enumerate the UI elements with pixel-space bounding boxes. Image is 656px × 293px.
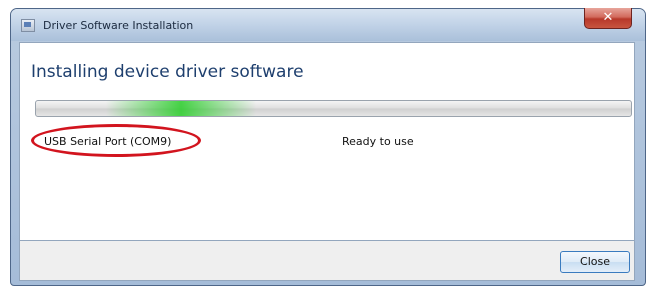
page-title: Installing device driver software xyxy=(31,62,304,82)
window-title: Driver Software Installation xyxy=(43,19,194,32)
progress-bar xyxy=(35,100,632,117)
content-panel: Installing device driver software USB Se… xyxy=(19,42,635,241)
highlight-ellipse-annotation xyxy=(31,124,201,157)
window-app-icon xyxy=(21,19,35,32)
device-status: Ready to use xyxy=(342,135,414,148)
titlebar-close-button[interactable]: ✕ xyxy=(584,8,632,29)
close-button[interactable]: Close xyxy=(560,251,630,273)
progress-glow xyxy=(106,101,256,116)
dialog-window: Driver Software Installation ✕ Installin… xyxy=(10,8,646,286)
footer-bar: Close xyxy=(19,241,635,281)
close-icon: ✕ xyxy=(602,10,614,25)
title-bar[interactable]: Driver Software Installation ✕ xyxy=(11,8,645,41)
